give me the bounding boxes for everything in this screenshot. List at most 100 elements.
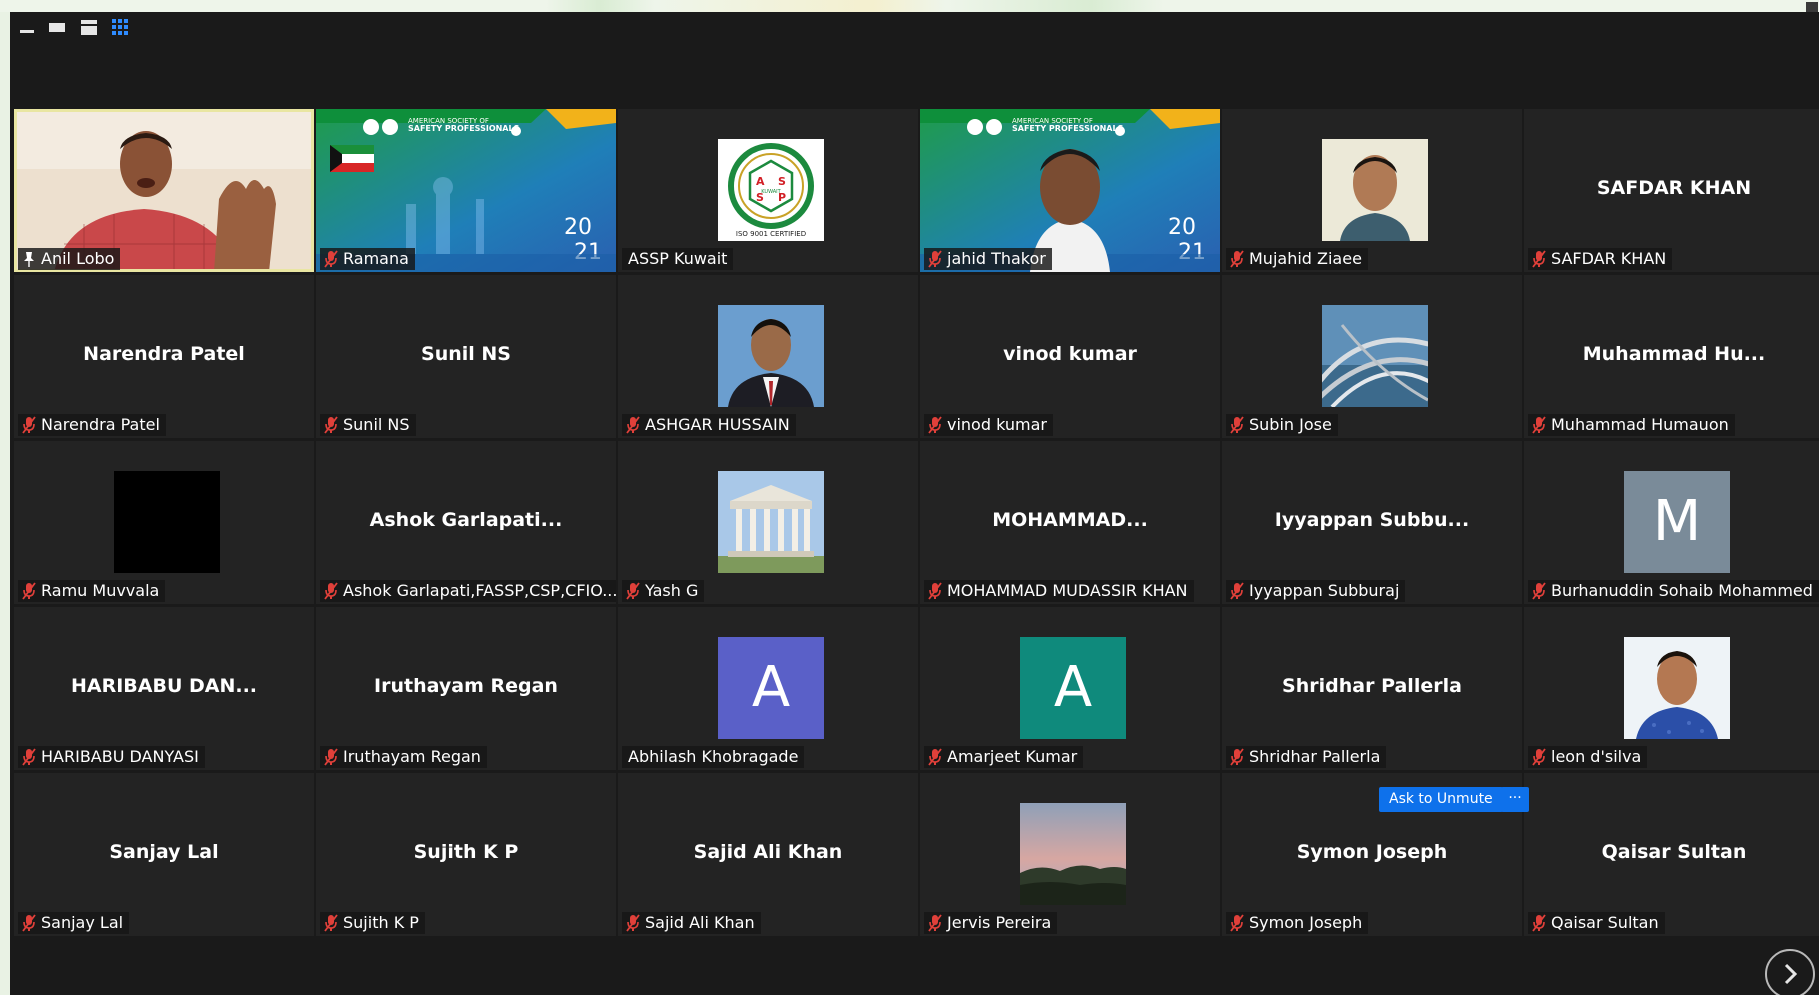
participant-name: Ramana bbox=[343, 249, 409, 268]
participant-tile[interactable]: AMERICAN SOCIETY OF SAFETY PROFESSIONALS 2… bbox=[316, 109, 616, 272]
participant-tile[interactable]: Subin Jose bbox=[1222, 275, 1522, 438]
profile-photo bbox=[718, 471, 824, 573]
muted-mic-icon bbox=[626, 582, 640, 600]
participant-name-label: vinod kumar bbox=[924, 414, 1053, 436]
muted-mic-icon bbox=[1532, 582, 1546, 600]
participant-name-label: Iruthayam Regan bbox=[320, 746, 487, 768]
participant-name: Ashok Garlapati,FASSP,CSP,CFIO... bbox=[343, 581, 616, 600]
participant-name-label: ASHGAR HUSSAIN bbox=[622, 414, 796, 436]
participant-tile[interactable]: SAFDAR KHAN SAFDAR KHAN bbox=[1524, 109, 1819, 272]
assp-logo: A SS PKUWAITISO 9001 CERTIFIED bbox=[718, 139, 824, 241]
participant-tile[interactable]: Narendra Patel Narendra Patel bbox=[14, 275, 314, 438]
participant-name-label: Narendra Patel bbox=[18, 414, 166, 436]
participant-tile[interactable]: ASHGAR HUSSAIN bbox=[618, 275, 918, 438]
muted-mic-icon bbox=[22, 416, 36, 434]
view-toolbar bbox=[10, 12, 1819, 42]
participant-tile[interactable]: Sanjay Lal Sanjay Lal bbox=[14, 773, 314, 936]
participant-display-name: Qaisar Sultan bbox=[1601, 841, 1747, 863]
participant-name-label: HARIBABU DANYASI bbox=[18, 746, 205, 768]
muted-mic-icon bbox=[22, 748, 36, 766]
participant-name: MOHAMMAD MUDASSIR KHAN bbox=[947, 581, 1188, 600]
participant-display-name: HARIBABU DAN... bbox=[70, 675, 258, 697]
participant-name: jahid Thakor bbox=[947, 249, 1046, 268]
strip-view-icon[interactable] bbox=[46, 18, 70, 38]
next-page-button[interactable] bbox=[1765, 949, 1815, 995]
participant-name: Sanjay Lal bbox=[41, 913, 124, 932]
participant-name-label: Muhammad Humauon bbox=[1528, 414, 1735, 436]
svg-text:S: S bbox=[778, 175, 786, 188]
participant-name: Sujith K P bbox=[343, 913, 419, 932]
participant-tile[interactable]: MOHAMMAD... MOHAMMAD MUDASSIR KHAN bbox=[920, 441, 1220, 604]
more-options-button[interactable]: ··· bbox=[1501, 787, 1529, 812]
participant-tile[interactable]: Sajid Ali Khan Sajid Ali Khan bbox=[618, 773, 918, 936]
participant-name: Jervis Pereira bbox=[947, 913, 1052, 932]
participant-name-label: leon d'silva bbox=[1528, 746, 1648, 768]
banner-year-top: 20 bbox=[564, 215, 592, 240]
participant-name: Yash G bbox=[645, 581, 699, 600]
muted-mic-icon bbox=[626, 416, 640, 434]
participant-name-label: SAFDAR KHAN bbox=[1528, 248, 1673, 270]
participant-name-label: Sunil NS bbox=[320, 414, 416, 436]
participant-tile[interactable]: Iruthayam Regan Iruthayam Regan bbox=[316, 607, 616, 770]
participant-tile[interactable]: leon d'silva bbox=[1524, 607, 1819, 770]
participant-display-name: Sunil NS bbox=[421, 343, 511, 365]
gallery-view-icon[interactable] bbox=[110, 18, 134, 38]
participant-tile[interactable]: Qaisar Sultan Qaisar Sultan bbox=[1524, 773, 1819, 936]
participant-picture: A S S P KUWAIT ISO 9001 CERTIFIED bbox=[718, 139, 824, 241]
participant-name-label: Abhilash Khobragade bbox=[622, 746, 805, 768]
participant-display-name: vinod kumar bbox=[1003, 343, 1137, 365]
participant-name: vinod kumar bbox=[947, 415, 1047, 434]
participant-tile[interactable]: M Burhanuddin Sohaib Mohammed bbox=[1524, 441, 1819, 604]
participant-tile[interactable]: Yash G bbox=[618, 441, 918, 604]
participant-tile[interactable]: HARIBABU DAN... HARIBABU DANYASI bbox=[14, 607, 314, 770]
participant-tile[interactable]: Muhammad Hu... Muhammad Humauon bbox=[1524, 275, 1819, 438]
participant-tile[interactable]: AMERICAN SOCIETY OF SAFETY PROFESSIONALS 2… bbox=[920, 109, 1220, 272]
participant-name-label: Ramana bbox=[320, 248, 415, 270]
minimize-view-icon[interactable] bbox=[16, 18, 40, 38]
participant-tile[interactable]: Sunil NS Sunil NS bbox=[316, 275, 616, 438]
participant-tile[interactable]: Ramu Muvvala bbox=[14, 441, 314, 604]
muted-mic-icon bbox=[1230, 914, 1244, 932]
banner-year-top: 20 bbox=[1168, 215, 1196, 240]
participant-name-label: Sujith K P bbox=[320, 912, 425, 934]
participant-tile[interactable]: Jervis Pereira bbox=[920, 773, 1220, 936]
participant-tile[interactable]: Anil Lobo bbox=[14, 109, 314, 272]
participant-tile[interactable]: Ashok Garlapati... Ashok Garlapati,FASSP,… bbox=[316, 441, 616, 604]
participant-tile[interactable]: A Amarjeet Kumar bbox=[920, 607, 1220, 770]
speaker-view-icon[interactable] bbox=[78, 18, 102, 38]
ask-to-unmute-button[interactable]: Ask to Unmute bbox=[1379, 787, 1503, 812]
participant-display-name: Iruthayam Regan bbox=[374, 675, 558, 697]
participant-tile[interactable]: Sujith K P Sujith K P bbox=[316, 773, 616, 936]
participant-name-label: Amarjeet Kumar bbox=[924, 746, 1084, 768]
muted-mic-icon bbox=[928, 582, 942, 600]
participant-name: Subin Jose bbox=[1249, 415, 1332, 434]
participant-display-name: Muhammad Hu... bbox=[1582, 343, 1766, 365]
profile-photo bbox=[1322, 305, 1428, 407]
muted-mic-icon bbox=[1532, 250, 1546, 268]
participant-picture bbox=[718, 305, 824, 407]
participant-picture bbox=[1624, 637, 1730, 739]
participant-tile[interactable]: Iyyappan Subbu... Iyyappan Subburaj bbox=[1222, 441, 1522, 604]
participant-picture bbox=[1322, 305, 1428, 407]
participant-name: Iyyappan Subburaj bbox=[1249, 581, 1400, 600]
participant-name: Mujahid Ziaee bbox=[1249, 249, 1362, 268]
participant-tile[interactable]: A S S P KUWAIT ISO 9001 CERTIFIED ASSP Kuwait bbox=[618, 109, 918, 272]
participant-display-name: Symon Joseph bbox=[1296, 841, 1448, 863]
svg-text:A: A bbox=[756, 175, 765, 188]
participant-tile[interactable]: vinod kumar vinod kumar bbox=[920, 275, 1220, 438]
profile-photo bbox=[1624, 637, 1730, 739]
participant-tile[interactable]: Shridhar Pallerla Shridhar Pallerla bbox=[1222, 607, 1522, 770]
letter-avatar: M bbox=[1624, 471, 1730, 573]
chevron-right-icon bbox=[1784, 963, 1798, 985]
participant-tile[interactable]: Mujahid Ziaee bbox=[1222, 109, 1522, 272]
banner-org-line2: SAFETY PROFESSIONALS bbox=[1012, 124, 1124, 133]
muted-mic-icon bbox=[626, 914, 640, 932]
participant-tile[interactable]: A Abhilash Khobragade bbox=[618, 607, 918, 770]
muted-mic-icon bbox=[22, 914, 36, 932]
muted-mic-icon bbox=[928, 914, 942, 932]
muted-mic-icon bbox=[1532, 914, 1546, 932]
svg-text:KUWAIT: KUWAIT bbox=[761, 189, 781, 195]
participant-picture bbox=[718, 471, 824, 573]
participant-name-label: Sajid Ali Khan bbox=[622, 912, 761, 934]
banner-org-line2: SAFETY PROFESSIONALS bbox=[408, 124, 520, 133]
